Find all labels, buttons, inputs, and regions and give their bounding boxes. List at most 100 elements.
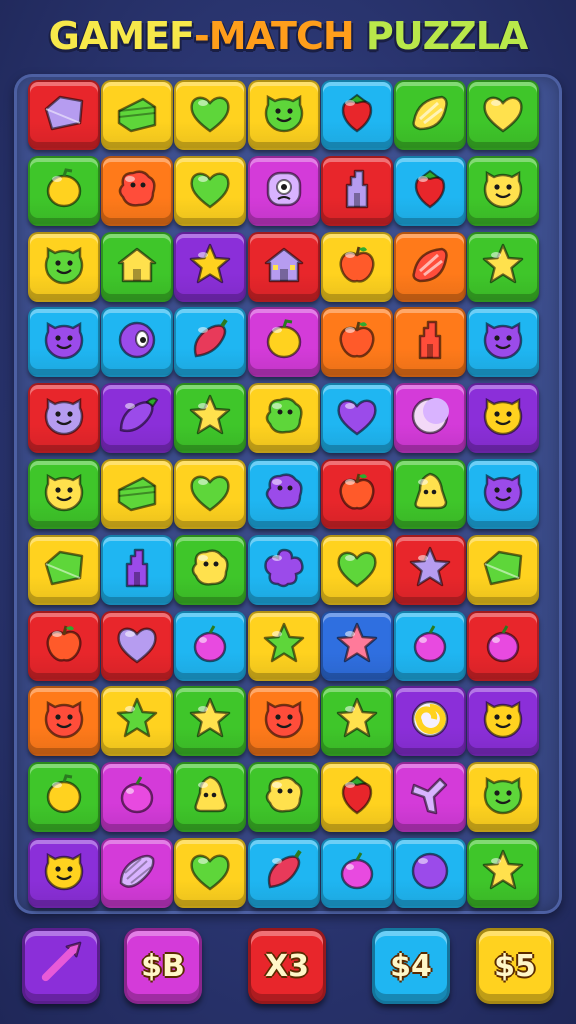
tile[interactable] [394,838,466,908]
crystal-icon [40,544,88,596]
blob-icon [260,468,308,520]
tile[interactable] [28,155,100,226]
eye-icon [113,316,161,368]
heart-icon [333,544,381,596]
tile[interactable] [467,231,540,302]
tile[interactable] [174,686,247,757]
tile[interactable] [247,686,320,757]
tile[interactable] [101,231,174,302]
tile[interactable] [247,80,320,150]
tile[interactable] [467,459,540,529]
title-part-3: PUZZLA [353,14,528,58]
tile[interactable] [320,534,393,605]
tile[interactable] [247,383,320,454]
tile[interactable] [101,686,174,757]
tile[interactable] [467,610,540,681]
tile[interactable] [320,838,393,908]
crystal-icon [40,89,88,141]
tile[interactable] [320,155,393,226]
tile[interactable] [101,610,174,681]
tile[interactable] [394,155,466,226]
tile[interactable] [174,534,247,605]
tile[interactable] [394,383,466,454]
tile[interactable] [320,231,393,302]
hammer-booster-button[interactable] [22,928,100,1004]
tile[interactable] [394,80,466,150]
tile[interactable] [101,383,174,454]
booster-button-5[interactable]: $5 [476,928,554,1004]
tile[interactable] [394,686,466,757]
house-icon [113,241,161,293]
lemon-icon [40,165,88,217]
tile[interactable] [28,686,100,757]
tile[interactable] [101,155,174,226]
tile[interactable] [174,838,247,908]
tile[interactable] [467,686,540,757]
tile[interactable] [394,231,466,302]
tile[interactable] [467,155,540,226]
tile[interactable] [394,534,466,605]
apple-icon [40,620,88,672]
tile[interactable] [28,231,100,302]
tile[interactable] [174,610,247,681]
tile[interactable] [28,80,100,150]
cake-icon [113,468,161,520]
tile[interactable] [394,610,466,681]
tile[interactable] [467,762,540,833]
corn-icon [113,847,161,899]
tile[interactable] [28,459,100,529]
booster-button-4[interactable]: $4 [372,928,450,1004]
tile[interactable] [174,231,247,302]
tile[interactable] [320,459,393,529]
face-icon [40,468,88,520]
lemon-icon [260,316,308,368]
tile[interactable] [28,762,100,833]
face-icon [479,165,527,217]
tile[interactable] [247,534,320,605]
tile[interactable] [467,534,540,605]
tile[interactable] [247,307,320,378]
flower-icon [260,544,308,596]
tile[interactable] [247,155,320,226]
tile[interactable] [320,80,393,150]
tile[interactable] [101,762,174,833]
tile[interactable] [101,307,174,378]
tile[interactable] [174,307,247,378]
tile[interactable] [467,838,540,908]
tile[interactable] [247,610,320,681]
tile[interactable] [394,307,466,378]
tile[interactable] [101,459,174,529]
castle-icon [113,544,161,596]
tile[interactable] [467,383,540,454]
tile[interactable] [28,534,100,605]
tile[interactable] [320,686,393,757]
tile[interactable] [28,383,100,454]
multiplier-booster-button[interactable]: X3 [248,928,326,1004]
tile[interactable] [28,307,100,378]
tile[interactable] [28,610,100,681]
tile[interactable] [320,383,393,454]
booster-button-b[interactable]: $B [124,928,202,1004]
tile[interactable] [467,307,540,378]
tile[interactable] [320,307,393,378]
booster-label: $5 [494,948,536,984]
tile[interactable] [394,762,466,833]
tile[interactable] [28,838,100,908]
tile[interactable] [101,80,174,150]
tile[interactable] [320,610,393,681]
tile[interactable] [247,838,320,908]
tile[interactable] [467,80,540,150]
tile[interactable] [320,762,393,833]
tile[interactable] [174,762,247,833]
tile[interactable] [247,459,320,529]
tile[interactable] [101,534,174,605]
tile[interactable] [247,231,320,302]
face-icon [40,847,88,899]
tile[interactable] [247,762,320,833]
tile[interactable] [174,155,247,226]
tile[interactable] [174,80,247,150]
tile[interactable] [101,838,174,908]
tile[interactable] [174,383,247,454]
tile[interactable] [394,459,466,529]
tile[interactable] [174,459,247,529]
